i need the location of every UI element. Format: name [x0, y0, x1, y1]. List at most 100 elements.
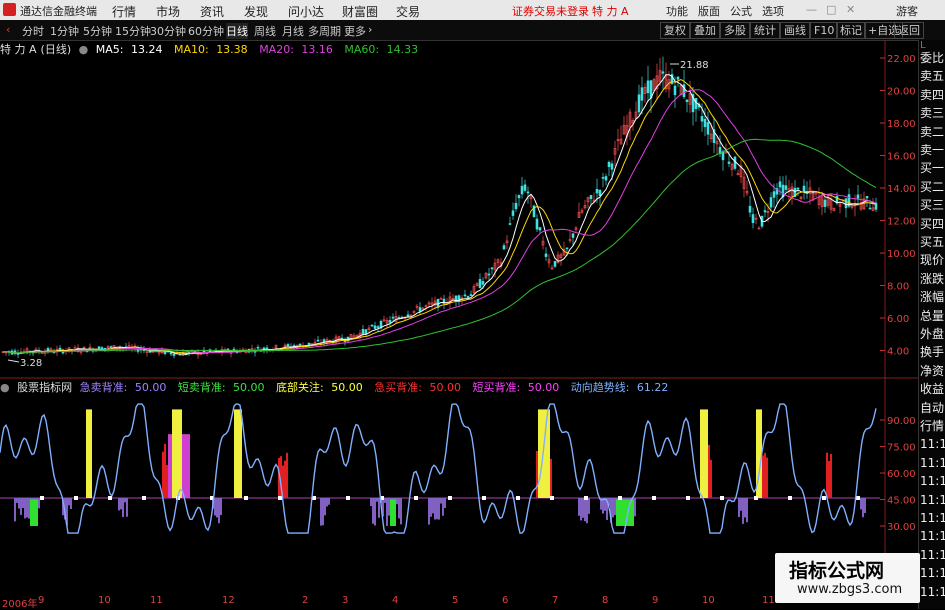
candle-body — [256, 346, 260, 349]
candle-body — [361, 329, 365, 334]
bottom-watch-bar — [548, 409, 550, 498]
short-sell-bar — [32, 499, 34, 526]
sell-bar — [388, 498, 390, 516]
quote-item[interactable]: 涨跌 — [920, 271, 945, 287]
quote-item[interactable]: 自动 — [920, 400, 945, 416]
baseline-dot — [414, 496, 418, 500]
candle-body — [388, 320, 392, 323]
buy-bar — [166, 465, 168, 498]
quote-item[interactable]: 11:1 — [920, 492, 945, 508]
quote-item[interactable]: 买四 — [920, 216, 945, 232]
quote-item[interactable]: 卖一 — [920, 142, 945, 158]
quote-item[interactable]: 现价 — [920, 252, 945, 268]
quote-item[interactable]: 11:1 — [920, 455, 945, 471]
candle-body — [610, 163, 614, 170]
date-tick-label: 11 — [762, 595, 775, 606]
sell-bar — [434, 498, 436, 520]
candle-body — [286, 344, 290, 346]
baseline-dot — [788, 496, 792, 500]
quote-item[interactable]: 外盘 — [920, 326, 945, 342]
sell-bar — [70, 498, 72, 510]
candle-body — [727, 161, 731, 164]
baseline-dot — [346, 496, 350, 500]
candle-body — [466, 296, 470, 299]
quote-item[interactable]: 换手 — [920, 344, 945, 360]
date-tick-label: 9 — [38, 595, 45, 606]
sell-bar — [378, 498, 380, 518]
sell-bar — [614, 498, 616, 516]
quote-item[interactable]: 收益 — [920, 381, 945, 397]
candle-body — [865, 196, 869, 199]
quote-item[interactable]: 11:1 — [920, 584, 945, 600]
quote-item[interactable]: 11:1 — [920, 473, 945, 489]
quote-item[interactable]: 涨幅 — [920, 289, 945, 305]
candle-body — [508, 223, 512, 225]
sell-bar — [328, 498, 330, 505]
quote-item[interactable]: 行情 — [920, 418, 945, 434]
sell-bar — [118, 498, 120, 511]
candle-body — [538, 227, 542, 231]
quote-item[interactable]: 买五 — [920, 234, 945, 250]
sell-bar — [864, 498, 866, 514]
sell-bar — [742, 498, 744, 524]
quote-item[interactable]: 买一 — [920, 160, 945, 176]
candle-body — [526, 191, 530, 194]
candle-body — [604, 176, 608, 181]
sell-bar — [440, 498, 442, 504]
bottom-watch-bar — [86, 409, 88, 498]
quote-item[interactable]: 11:1 — [920, 510, 945, 526]
baseline-dot — [448, 496, 452, 500]
sell-bar — [612, 498, 614, 518]
quote-item[interactable]: 卖三 — [920, 105, 945, 121]
quote-item[interactable]: 买二 — [920, 179, 945, 195]
date-tick-label: 5 — [452, 595, 459, 606]
price-tick-label: 20.00 — [887, 87, 916, 98]
quote-item[interactable]: 11:1 — [920, 436, 945, 452]
sell-bar — [400, 498, 402, 525]
sell-bar — [22, 498, 24, 508]
candle-body — [676, 76, 680, 80]
quote-item[interactable]: 11:1 — [920, 528, 945, 544]
sell-bar — [740, 498, 742, 511]
quote-item[interactable]: 总量 — [920, 308, 945, 324]
buy-bar — [164, 443, 166, 498]
sell-bar — [322, 498, 324, 526]
candle-body — [463, 294, 467, 297]
sell-bar — [26, 498, 28, 518]
sell-bar — [746, 498, 748, 523]
sell-bar — [398, 498, 400, 519]
quote-item[interactable]: 11:1 — [920, 565, 945, 581]
candle-body — [796, 187, 800, 190]
sell-bar — [122, 498, 124, 518]
quote-item[interactable]: 11:1 — [920, 547, 945, 563]
quote-item[interactable]: 卖二 — [920, 124, 945, 140]
short-buy-bar — [186, 434, 188, 498]
candle-body — [298, 343, 302, 346]
sell-bar — [324, 498, 326, 516]
candle-body — [520, 185, 524, 195]
sell-bar — [862, 498, 864, 518]
short-buy-bar — [188, 434, 190, 498]
short-buy-bar — [184, 434, 186, 498]
candle-body — [487, 273, 491, 276]
candle-body — [370, 324, 374, 327]
quote-item[interactable]: 净资 — [920, 363, 945, 379]
bottom-watch-bar — [540, 409, 542, 498]
candle-body — [397, 317, 401, 319]
baseline-dot — [652, 496, 656, 500]
candle-body — [418, 307, 422, 312]
bottom-watch-bar — [90, 409, 92, 498]
quote-item[interactable]: 卖五 — [920, 68, 945, 84]
short-buy-bar — [168, 434, 170, 498]
candle-body — [373, 325, 377, 329]
price-tick-label: 18.00 — [887, 119, 916, 130]
candle-body — [535, 218, 539, 230]
indicator-tick-label: 60.00 — [887, 469, 916, 480]
chart-area[interactable]: 22.00 20.00 18.00 16.00 14.00 12.00 10.00 8.00 6… — [0, 0, 918, 609]
sell-bar — [584, 498, 586, 522]
quote-item[interactable]: 卖四 — [920, 87, 945, 103]
short-sell-bar — [394, 499, 396, 526]
quote-item[interactable]: 委比 — [920, 50, 945, 66]
candle-body — [700, 116, 704, 122]
quote-item[interactable]: 买三 — [920, 197, 945, 213]
